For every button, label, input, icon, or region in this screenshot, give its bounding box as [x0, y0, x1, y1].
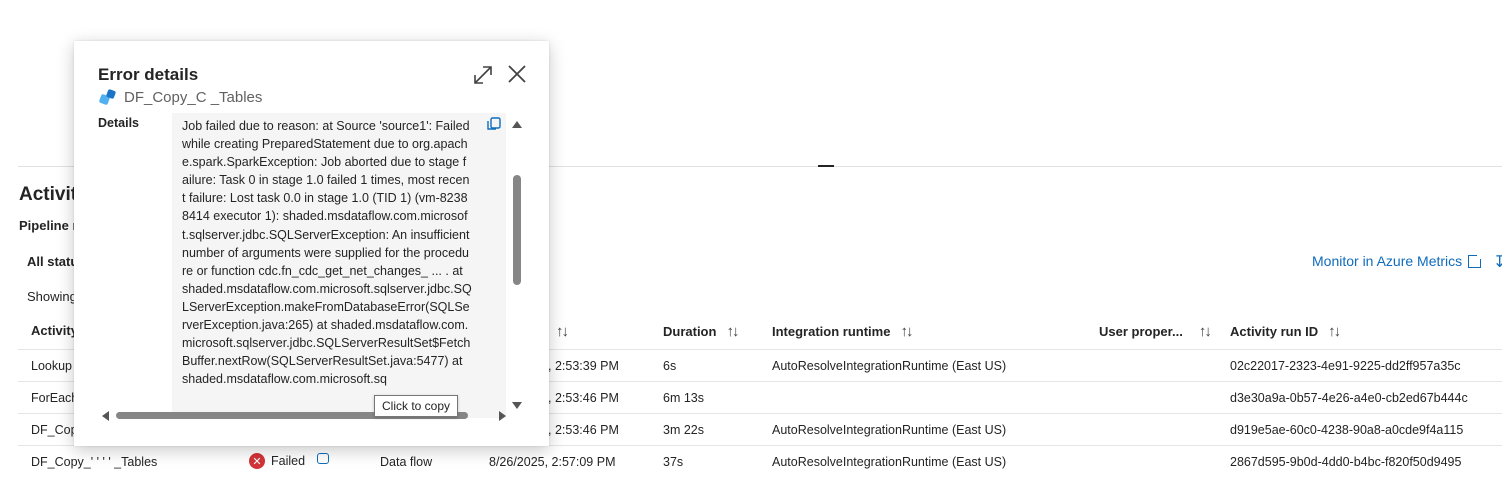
activity-duration: 3m 22s [663, 423, 704, 437]
header-user-properties-label: User proper... [1099, 324, 1183, 339]
activity-duration: 6m 13s [663, 391, 704, 405]
scroll-thumb[interactable] [513, 175, 521, 285]
activity-runtime: AutoResolveIntegrationRuntime (East US) [772, 455, 1007, 469]
chat-icon[interactable] [317, 452, 330, 464]
status-filter[interactable]: All statu [27, 254, 78, 269]
sort-icon: ↑↓ [1198, 323, 1212, 340]
copy-tooltip: Click to copy [374, 395, 459, 417]
error-message-box[interactable]: Job failed due to reason: at Source 'sou… [172, 113, 506, 418]
header-runtime-label: Integration runtime [772, 324, 891, 339]
status-label: Failed [271, 454, 306, 468]
showing-count: Showing [27, 289, 77, 304]
activity-start: , 2:53:39 PM [548, 359, 619, 373]
dataflow-name: DF_Copy_C _Tables [124, 89, 263, 106]
header-start-sort[interactable]: ↑↓ [556, 323, 569, 340]
error-message-text: Job failed due to reason: at Source 'sou… [182, 119, 472, 387]
activity-start: , 2:53:46 PM [548, 423, 619, 437]
copy-button[interactable] [486, 117, 502, 131]
activity-name[interactable]: Lookup [31, 359, 72, 373]
vertical-scrollbar[interactable] [510, 119, 524, 409]
details-label: Details [98, 116, 139, 130]
expand-button[interactable] [472, 64, 494, 86]
data-flow-icon [98, 88, 117, 106]
sort-icon: ↑↓ [900, 323, 913, 340]
close-button[interactable] [506, 63, 528, 85]
close-icon [508, 65, 526, 83]
activity-start: , 2:53:46 PM [548, 391, 619, 405]
scroll-down-icon[interactable] [512, 402, 522, 409]
download-icon[interactable]: ↧ [1493, 252, 1502, 272]
header-activity-label: Activity [31, 323, 78, 338]
monitor-link-label: Monitor in Azure Metrics [1312, 253, 1463, 269]
activity-duration: 37s [663, 455, 684, 469]
activity-run-id: d3e30a9a-0b57-4e26-a4e0-cb2ed67b444c [1230, 391, 1468, 405]
sort-icon: ↑↓ [726, 323, 739, 340]
scroll-left-icon[interactable] [102, 411, 109, 421]
external-link-icon [1468, 252, 1484, 268]
activity-run-id: d919e5ae-60c0-4238-90a8-a0cde9f4a115 [1230, 423, 1464, 437]
activity-duration: 6s [663, 359, 677, 373]
sort-icon: ↑↓ [556, 323, 569, 340]
header-user-properties[interactable]: User proper... ↑↓ [1099, 323, 1212, 340]
expand-icon [474, 66, 492, 84]
monitor-azure-metrics-link[interactable]: Monitor in Azure Metrics [1312, 252, 1484, 269]
activity-run-id: 2867d595-9b0d-4dd0-b4bc-f820f50d9495 [1230, 455, 1462, 469]
activity-name[interactable]: DF_Copy_' ' ' ' _Tables [31, 455, 157, 469]
sort-icon: ↑↓ [1328, 323, 1341, 340]
activity-runtime: AutoResolveIntegrationRuntime (East US) [772, 423, 1007, 437]
header-activity[interactable]: Activity [31, 323, 78, 338]
activity-name[interactable]: ForEach [31, 391, 78, 405]
error-details-dialog: Error details DF_Copy_C _Tables Details … [74, 41, 549, 446]
scroll-up-icon[interactable] [512, 121, 522, 128]
activity-type: Data flow [380, 455, 433, 469]
drag-handle[interactable] [818, 165, 834, 167]
dialog-subtitle: DF_Copy_C _Tables [98, 88, 263, 106]
pipeline-label: Pipeline r [19, 218, 78, 233]
copy-icon [487, 117, 501, 130]
header-integration-runtime[interactable]: Integration runtime ↑↓ [772, 323, 913, 340]
failed-icon: ✕ [249, 453, 265, 469]
dialog-title: Error details [98, 65, 199, 84]
scroll-right-icon[interactable] [499, 411, 506, 421]
header-duration[interactable]: Duration ↑↓ [663, 323, 739, 340]
activity-name[interactable]: DF_Cop [31, 423, 78, 437]
header-duration-label: Duration [663, 324, 717, 339]
header-activity-run-id[interactable]: Activity run ID ↑↓ [1230, 323, 1341, 340]
activity-runtime: AutoResolveIntegrationRuntime (East US) [772, 359, 1007, 373]
activity-status: ✕ Failed [249, 452, 330, 469]
activity-start: 8/26/2025, 2:57:09 PM [489, 455, 616, 469]
header-run-id-label: Activity run ID [1230, 324, 1319, 339]
activity-run-id: 02c22017-2323-4e91-9225-dd2ff957a35c [1230, 359, 1461, 373]
